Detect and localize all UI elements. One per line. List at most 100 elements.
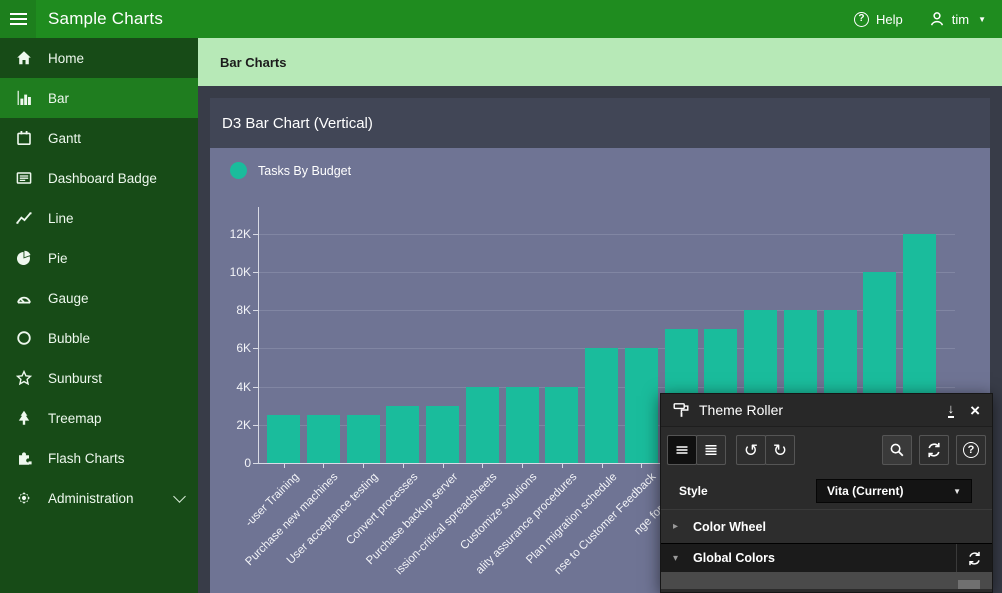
sidebar-item-treemap[interactable]: Treemap (0, 398, 198, 438)
sidebar-item-flash-charts[interactable]: Flash Charts (0, 438, 198, 478)
download-icon[interactable]: ↓ (948, 402, 955, 418)
undo-icon: ↺ (744, 442, 758, 459)
bubble-icon (14, 330, 34, 346)
bar[interactable] (386, 406, 419, 463)
sidebar-item-label: Bar (48, 91, 184, 106)
y-axis-label: 6K (210, 342, 251, 354)
y-axis-label: 12K (210, 228, 251, 240)
gauge-icon (14, 290, 34, 306)
help-button[interactable]: ? (956, 435, 986, 465)
global-colors-refresh-button[interactable] (956, 544, 992, 572)
caret-down-icon: ▼ (978, 15, 986, 24)
comfortable-view-button[interactable] (696, 435, 726, 465)
app-header: Sample Charts ? Help tim ▼ (0, 0, 1002, 38)
line-chart-icon (14, 210, 34, 226)
bar[interactable] (307, 415, 340, 463)
style-row: Style Vita (Current) ▼ (661, 473, 992, 509)
theme-roller-titlebar[interactable]: Theme Roller ↓ × (661, 394, 992, 427)
undo-button[interactable]: ↺ (736, 435, 766, 465)
sidebar-item-line[interactable]: Line (0, 198, 198, 238)
section-label: Color Wheel (693, 520, 992, 534)
sidebar-item-label: Flash Charts (48, 451, 184, 466)
sidebar-item-label: Home (48, 51, 184, 66)
chevron-down-icon: ▾ (673, 553, 685, 564)
bar[interactable] (347, 415, 380, 463)
sidebar-item-bar[interactable]: Bar (0, 78, 198, 118)
compact-view-button[interactable] (667, 435, 697, 465)
sidebar-item-gauge[interactable]: Gauge (0, 278, 198, 318)
y-axis-label: 8K (210, 304, 251, 316)
sidebar-item-label: Dashboard Badge (48, 171, 184, 186)
sidebar-item-label: Pie (48, 251, 184, 266)
y-axis-line (258, 207, 259, 463)
color-swatch[interactable] (958, 580, 980, 589)
sidebar-item-label: Bubble (48, 331, 184, 346)
sidebar-item-label: Line (48, 211, 184, 226)
y-axis-label: 10K (210, 266, 251, 278)
style-select-value: Vita (Current) (827, 484, 903, 498)
administration-gear-icon (14, 490, 34, 506)
redo-button[interactable]: ↻ (765, 435, 795, 465)
search-button[interactable] (882, 435, 912, 465)
search-icon (889, 442, 905, 458)
sidebar-item-label: Gauge (48, 291, 184, 306)
chevron-right-icon: ▸ (673, 521, 685, 532)
bar[interactable] (466, 387, 499, 463)
hamburger-menu-button[interactable] (0, 0, 36, 38)
bar[interactable] (267, 415, 300, 463)
sunburst-icon (14, 370, 34, 386)
x-axis-tick (443, 463, 444, 468)
x-axis-label: Convert processes (344, 471, 420, 547)
x-axis-tick (602, 463, 603, 468)
x-axis-label: Customize solutions (458, 471, 539, 552)
bar[interactable] (506, 387, 539, 463)
sidebar-item-bubble[interactable]: Bubble (0, 318, 198, 358)
x-axis-tick (641, 463, 642, 468)
bar[interactable] (585, 348, 618, 463)
sidebar-item-pie[interactable]: Pie (0, 238, 198, 278)
gantt-icon (14, 130, 34, 146)
section-color-wheel[interactable]: ▸ Color Wheel (661, 509, 992, 543)
help-label: Help (876, 12, 903, 27)
sidebar-item-sunburst[interactable]: Sunburst (0, 358, 198, 398)
sidebar-item-dashboard-badge[interactable]: Dashboard Badge (0, 158, 198, 198)
sidebar-item-label: Gantt (48, 131, 184, 146)
dialog-content-strip (661, 572, 992, 589)
refresh-icon (967, 551, 982, 566)
breadcrumb-title: Bar Charts (220, 55, 286, 70)
bar[interactable] (545, 387, 578, 463)
x-axis-tick (403, 463, 404, 468)
y-axis-label: 2K (210, 419, 251, 431)
close-icon[interactable]: × (970, 402, 980, 419)
style-label: Style (679, 484, 708, 498)
sidebar-item-administration[interactable]: Administration (0, 478, 198, 518)
sidebar: Home Bar Gantt Dashboard Badge Line Pie Gauge B… (0, 38, 198, 593)
help-icon: ? (854, 12, 869, 27)
x-axis-tick (562, 463, 563, 468)
sidebar-item-label: Sunburst (48, 371, 184, 386)
chevron-down-icon (173, 490, 186, 503)
x-axis-tick (522, 463, 523, 468)
pie-chart-icon (14, 250, 34, 266)
sidebar-item-home[interactable]: Home (0, 38, 198, 78)
y-axis-label: 0 (210, 457, 251, 469)
x-axis-tick (482, 463, 483, 468)
bar[interactable] (625, 348, 658, 463)
refresh-icon (926, 442, 942, 458)
help-button[interactable]: ? Help (854, 12, 903, 27)
section-global-colors[interactable]: ▾ Global Colors (661, 543, 992, 572)
style-select[interactable]: Vita (Current) ▼ (816, 479, 972, 503)
x-axis-tick (323, 463, 324, 468)
section-label: Global Colors (693, 551, 956, 565)
chart-panel-title: D3 Bar Chart (Vertical) (210, 98, 990, 148)
x-axis-tick (284, 463, 285, 468)
refresh-button[interactable] (919, 435, 949, 465)
treemap-icon (14, 410, 34, 426)
bar[interactable] (426, 406, 459, 463)
user-menu-button[interactable]: tim ▼ (929, 11, 986, 27)
user-name: tim (952, 12, 969, 27)
dashboard-badge-icon (14, 170, 34, 186)
redo-icon: ↻ (773, 442, 787, 459)
sidebar-item-gantt[interactable]: Gantt (0, 118, 198, 158)
flash-charts-icon (14, 450, 34, 466)
